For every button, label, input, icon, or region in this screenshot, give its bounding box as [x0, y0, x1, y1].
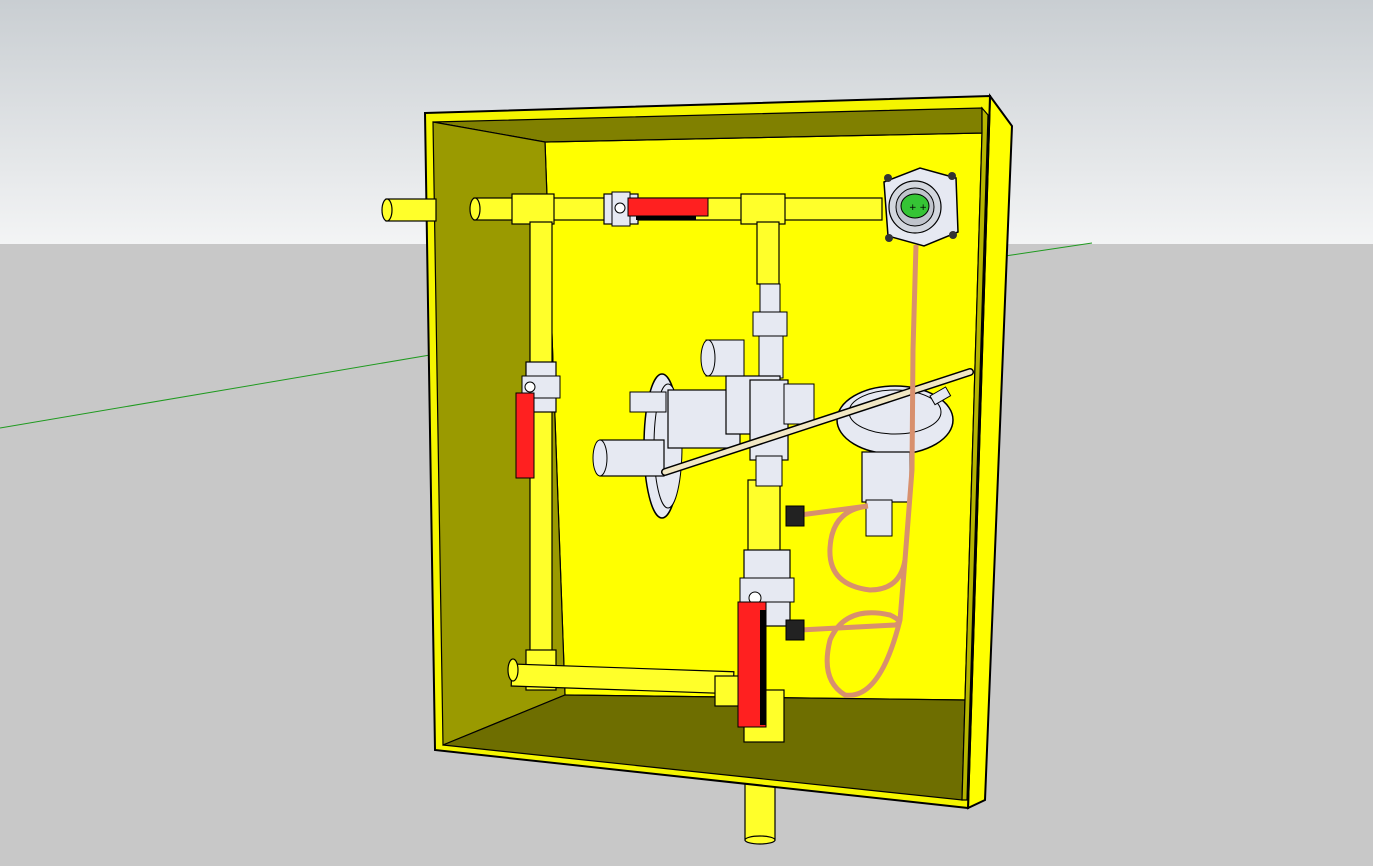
sketchup-3d-viewport[interactable]: + +: [0, 0, 1373, 866]
gas-regulator-cabinet-model[interactable]: + +: [0, 0, 1373, 866]
svg-text:+ +: + +: [909, 203, 927, 213]
pressure-gauge[interactable]: + +: [883, 167, 959, 247]
inlet-pipe[interactable]: [381, 198, 437, 222]
